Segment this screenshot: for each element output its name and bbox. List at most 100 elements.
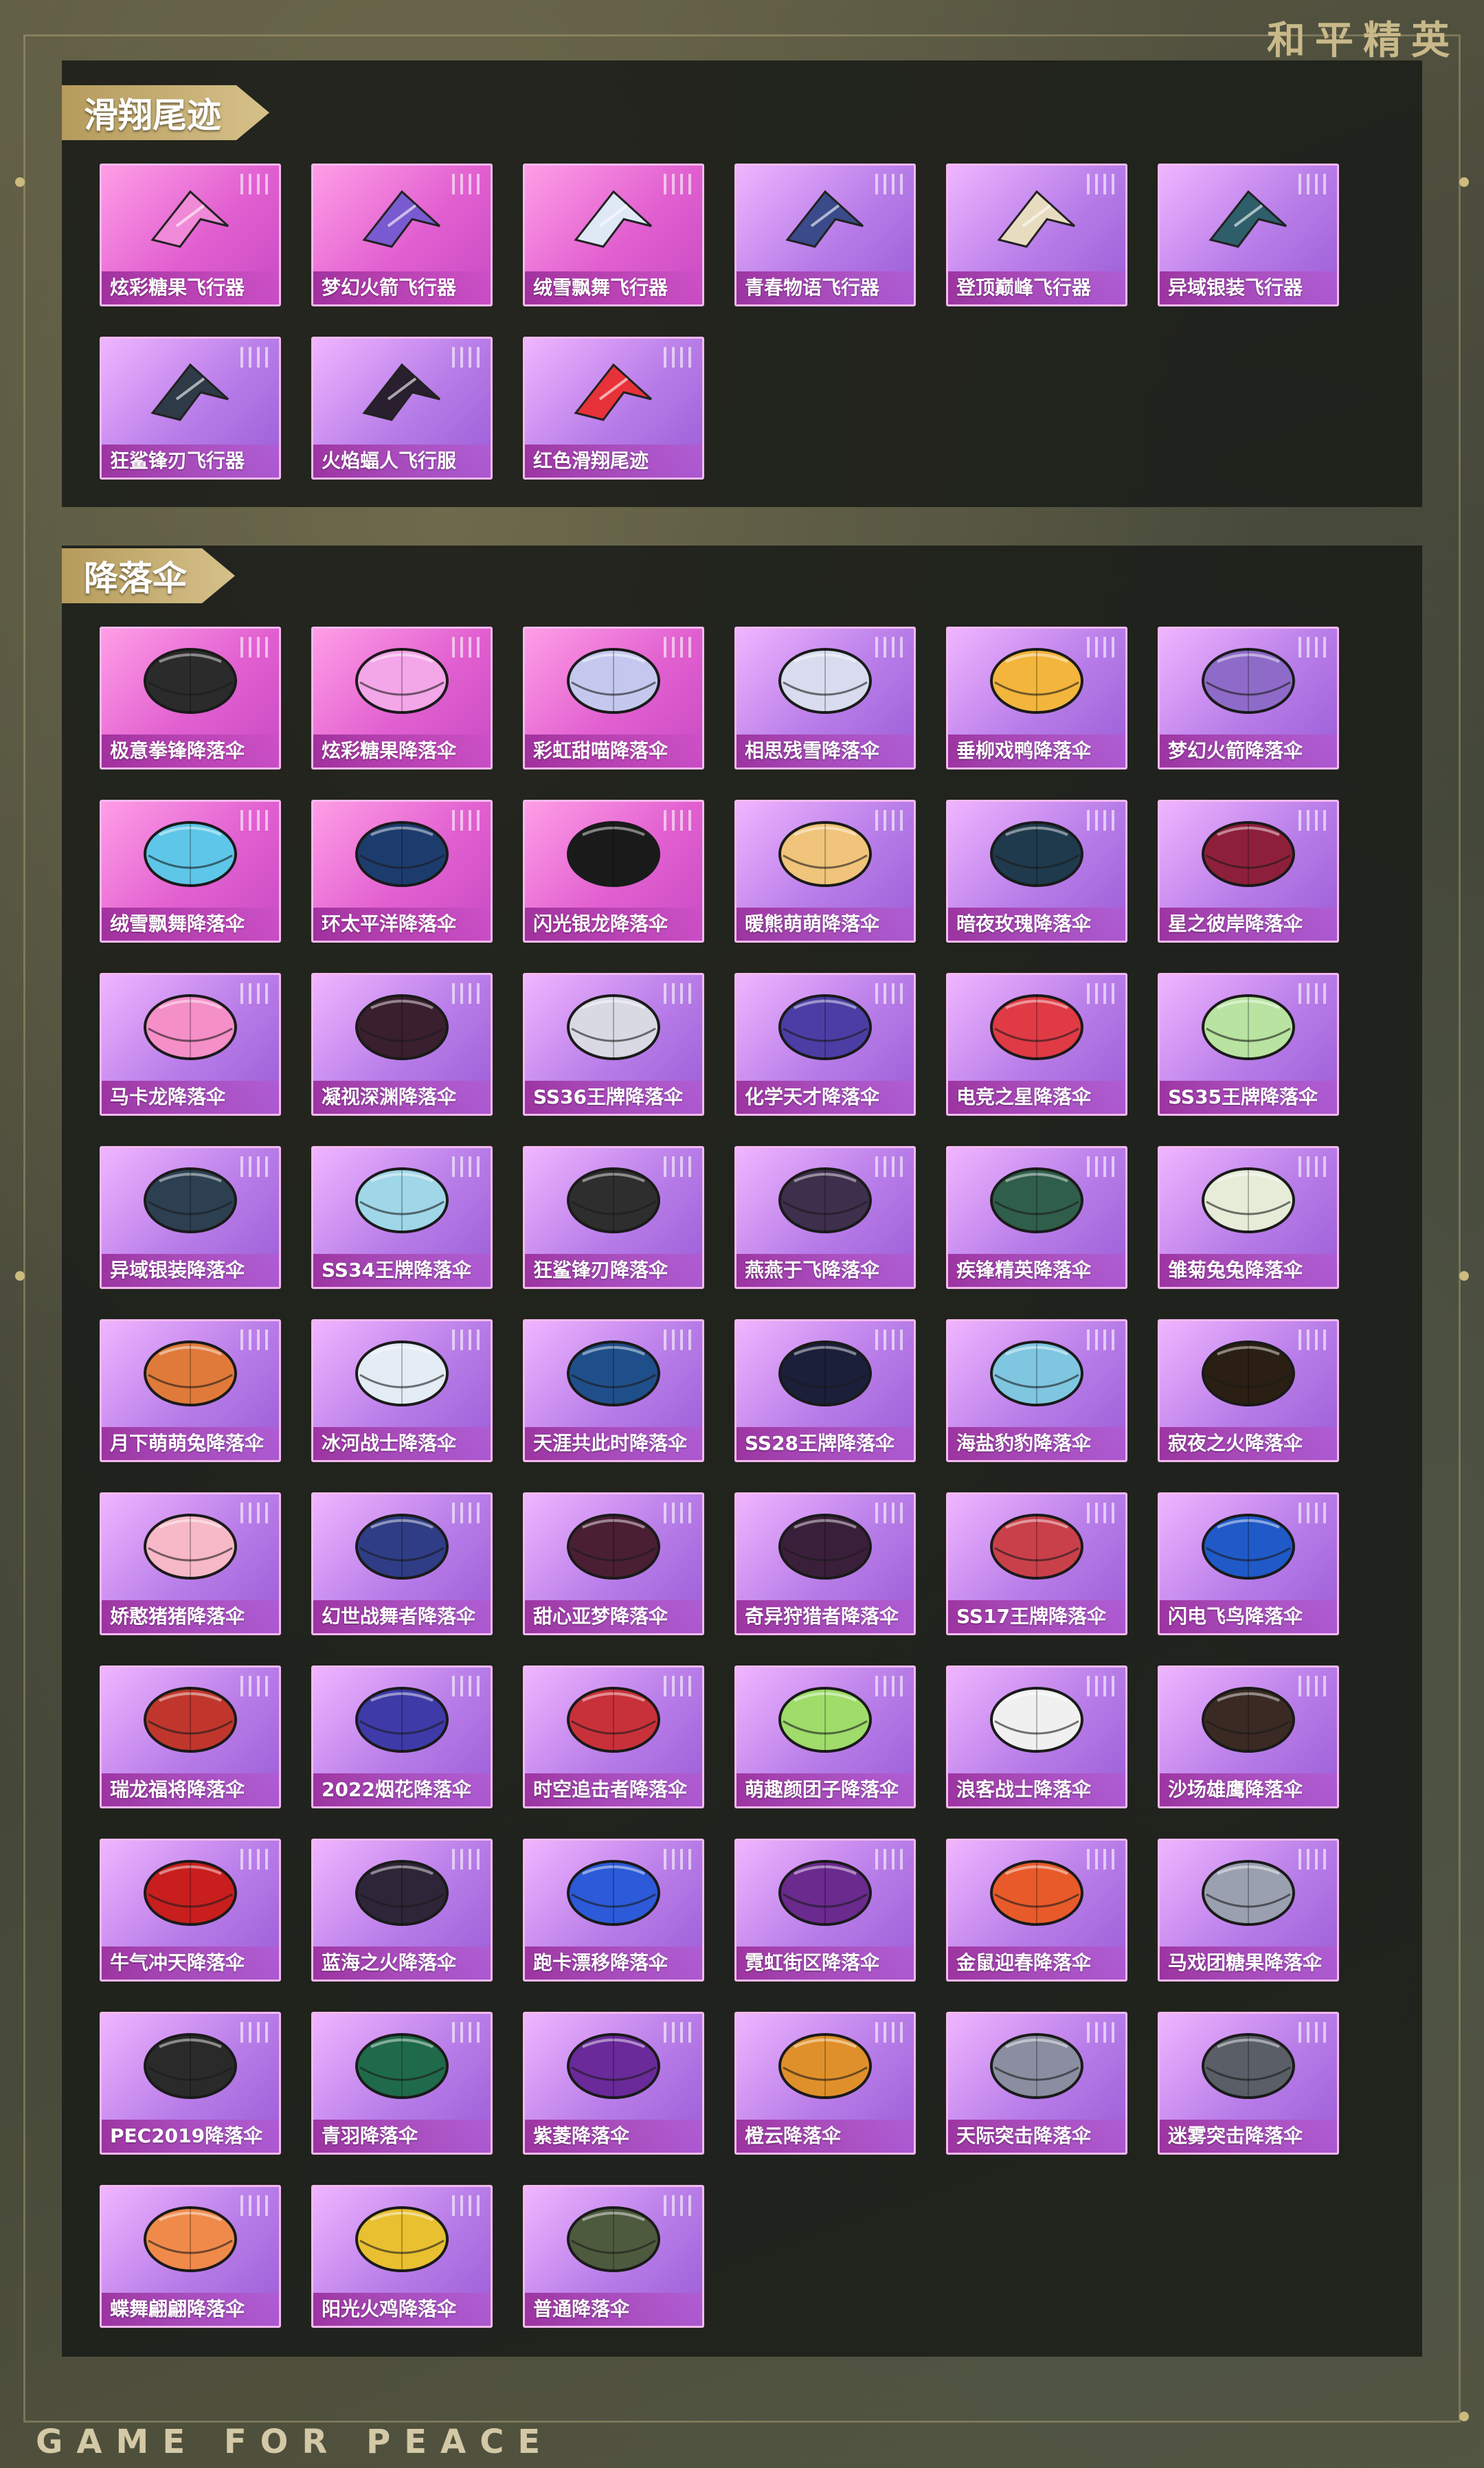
item-card[interactable]: 极意拳锋降落伞 bbox=[100, 627, 281, 770]
item-card[interactable]: 马戏团糖果降落伞 bbox=[1158, 1839, 1339, 1982]
item-card[interactable]: 奇异狩猎者降落伞 bbox=[734, 1492, 916, 1635]
red-trail-icon bbox=[562, 351, 665, 432]
rarity-stripes bbox=[1087, 2022, 1114, 2043]
item-card[interactable]: PEC2019降落伞 bbox=[100, 2012, 281, 2155]
rarity-stripes bbox=[240, 983, 268, 1004]
parachute-icon bbox=[350, 2199, 453, 2280]
parachute-icon bbox=[139, 1160, 242, 1242]
item-card[interactable]: 2022烟花降落伞 bbox=[311, 1665, 493, 1808]
item-card[interactable]: 马卡龙降落伞 bbox=[100, 973, 281, 1116]
item-label: 垂柳戏鸭降落伞 bbox=[948, 734, 1125, 767]
wingsuit-icon bbox=[350, 351, 453, 432]
item-card[interactable]: 彩虹甜喵降落伞 bbox=[523, 627, 704, 770]
item-card[interactable]: 梦幻火箭飞行器 bbox=[311, 164, 493, 306]
item-card[interactable]: 紫菱降落伞 bbox=[523, 2012, 704, 2155]
item-label: 海盐豹豹降落伞 bbox=[948, 1427, 1125, 1460]
item-card[interactable]: 阳光火鸡降落伞 bbox=[311, 2185, 493, 2328]
item-card[interactable]: 普通降落伞 bbox=[523, 2185, 704, 2328]
rarity-stripes bbox=[240, 174, 268, 194]
item-card[interactable]: SS35王牌降落伞 bbox=[1158, 973, 1339, 1116]
item-card[interactable]: 环太平洋降落伞 bbox=[311, 800, 493, 943]
item-card[interactable]: 垂柳戏鸭降落伞 bbox=[946, 627, 1127, 770]
parachute-icon bbox=[562, 814, 665, 895]
item-card[interactable]: 蝶舞翩翩降落伞 bbox=[100, 2185, 281, 2328]
item-card[interactable]: 冰河战士降落伞 bbox=[311, 1319, 493, 1462]
item-card[interactable]: SS36王牌降落伞 bbox=[523, 973, 704, 1116]
item-card[interactable]: 跑卡漂移降落伞 bbox=[523, 1839, 704, 1982]
item-card[interactable]: 闪光银龙降落伞 bbox=[523, 800, 704, 943]
brand-logo-bottom: GAME FOR PEACE bbox=[36, 2423, 554, 2461]
item-label: 绒雪飘舞飞行器 bbox=[525, 271, 702, 304]
item-card[interactable]: 登顶巅峰飞行器 bbox=[946, 164, 1127, 306]
rarity-stripes bbox=[664, 1503, 691, 1523]
item-card[interactable]: 红色滑翔尾迹 bbox=[523, 337, 704, 480]
item-card[interactable]: 寂夜之火降落伞 bbox=[1158, 1319, 1339, 1462]
parachute-icon bbox=[562, 2199, 665, 2280]
item-card[interactable]: 雏菊兔兔降落伞 bbox=[1158, 1146, 1339, 1289]
item-card[interactable]: 娇憨猪猪降落伞 bbox=[100, 1492, 281, 1635]
item-card[interactable]: 瑞龙福将降落伞 bbox=[100, 1665, 281, 1808]
item-card[interactable]: 电竞之星降落伞 bbox=[946, 973, 1127, 1116]
item-card[interactable]: 相思残雪降落伞 bbox=[734, 627, 916, 770]
item-card[interactable]: 金鼠迎春降落伞 bbox=[946, 1839, 1127, 1982]
item-card[interactable]: 炫彩糖果飞行器 bbox=[100, 164, 281, 306]
item-card[interactable]: 星之彼岸降落伞 bbox=[1158, 800, 1339, 943]
item-card[interactable]: 暗夜玫瑰降落伞 bbox=[946, 800, 1127, 943]
item-card[interactable]: 火焰蝠人飞行服 bbox=[311, 337, 493, 480]
item-card[interactable]: 蓝海之火降落伞 bbox=[311, 1839, 493, 1982]
item-label: 幻世战舞者降落伞 bbox=[313, 1600, 491, 1633]
item-card[interactable]: 甜心亚梦降落伞 bbox=[523, 1492, 704, 1635]
item-card[interactable]: 化学天才降落伞 bbox=[734, 973, 916, 1116]
item-label: SS36王牌降落伞 bbox=[525, 1081, 702, 1114]
item-card[interactable]: 异域银装飞行器 bbox=[1158, 164, 1339, 306]
item-card[interactable]: 幻世战舞者降落伞 bbox=[311, 1492, 493, 1635]
item-card[interactable]: 绒雪飘舞飞行器 bbox=[523, 164, 704, 306]
item-card[interactable]: 狂鲨锋刃飞行器 bbox=[100, 337, 281, 480]
item-card[interactable]: SS28王牌降落伞 bbox=[734, 1319, 916, 1462]
item-card[interactable]: 闪电飞鸟降落伞 bbox=[1158, 1492, 1339, 1635]
item-card[interactable]: 沙场雄鹰降落伞 bbox=[1158, 1665, 1339, 1808]
item-card[interactable]: 天际突击降落伞 bbox=[946, 2012, 1127, 2155]
rarity-stripes bbox=[452, 174, 480, 194]
item-card[interactable]: 月下萌萌兔降落伞 bbox=[100, 1319, 281, 1462]
item-label: 迷雾突击降落伞 bbox=[1160, 2120, 1337, 2153]
item-card[interactable]: 天涯共此时降落伞 bbox=[523, 1319, 704, 1462]
item-label: 青春物语飞行器 bbox=[737, 271, 914, 304]
rarity-stripes bbox=[1298, 637, 1326, 658]
item-card[interactable]: 狂鲨锋刃降落伞 bbox=[523, 1146, 704, 1289]
rarity-stripes bbox=[240, 2022, 268, 2043]
item-card[interactable]: 霓虹街区降落伞 bbox=[734, 1839, 916, 1982]
item-card[interactable]: 迷雾突击降落伞 bbox=[1158, 2012, 1339, 2155]
item-card[interactable]: 燕燕于飞降落伞 bbox=[734, 1146, 916, 1289]
parachute-icon bbox=[774, 2026, 877, 2107]
rarity-stripes bbox=[875, 1849, 903, 1870]
item-card[interactable]: 疾锋精英降落伞 bbox=[946, 1146, 1127, 1289]
parachutes-section-title: 降落伞 bbox=[62, 548, 235, 603]
item-card[interactable]: 青羽降落伞 bbox=[311, 2012, 493, 2155]
item-card[interactable]: 萌趣颜团子降落伞 bbox=[734, 1665, 916, 1808]
item-card[interactable]: 牛气冲天降落伞 bbox=[100, 1839, 281, 1982]
item-label: 2022烟花降落伞 bbox=[313, 1773, 491, 1806]
item-card[interactable]: 青春物语飞行器 bbox=[734, 164, 916, 306]
frame-ornament bbox=[1459, 2412, 1469, 2421]
item-label: 星之彼岸降落伞 bbox=[1160, 908, 1337, 941]
silver-glider-icon bbox=[1197, 178, 1300, 259]
item-card[interactable]: 炫彩糖果降落伞 bbox=[311, 627, 493, 770]
item-card[interactable]: 暖熊萌萌降落伞 bbox=[734, 800, 916, 943]
item-label: 绒雪飘舞降落伞 bbox=[102, 908, 279, 941]
item-card[interactable]: 异域银装降落伞 bbox=[100, 1146, 281, 1289]
item-card[interactable]: 海盐豹豹降落伞 bbox=[946, 1319, 1127, 1462]
rarity-stripes bbox=[664, 1676, 691, 1696]
item-card[interactable]: 橙云降落伞 bbox=[734, 2012, 916, 2155]
item-card[interactable]: SS34王牌降落伞 bbox=[311, 1146, 493, 1289]
parachute-icon bbox=[1197, 987, 1300, 1068]
item-card[interactable]: 绒雪飘舞降落伞 bbox=[100, 800, 281, 943]
rarity-stripes bbox=[664, 637, 691, 658]
item-label: 雏菊兔兔降落伞 bbox=[1160, 1254, 1337, 1287]
item-card[interactable]: SS17王牌降落伞 bbox=[946, 1492, 1127, 1635]
item-card[interactable]: 凝视深渊降落伞 bbox=[311, 973, 493, 1116]
item-card[interactable]: 时空追击者降落伞 bbox=[523, 1665, 704, 1808]
item-label: 异域银装飞行器 bbox=[1160, 271, 1337, 304]
item-card[interactable]: 梦幻火箭降落伞 bbox=[1158, 627, 1339, 770]
item-card[interactable]: 浪客战士降落伞 bbox=[946, 1665, 1127, 1808]
